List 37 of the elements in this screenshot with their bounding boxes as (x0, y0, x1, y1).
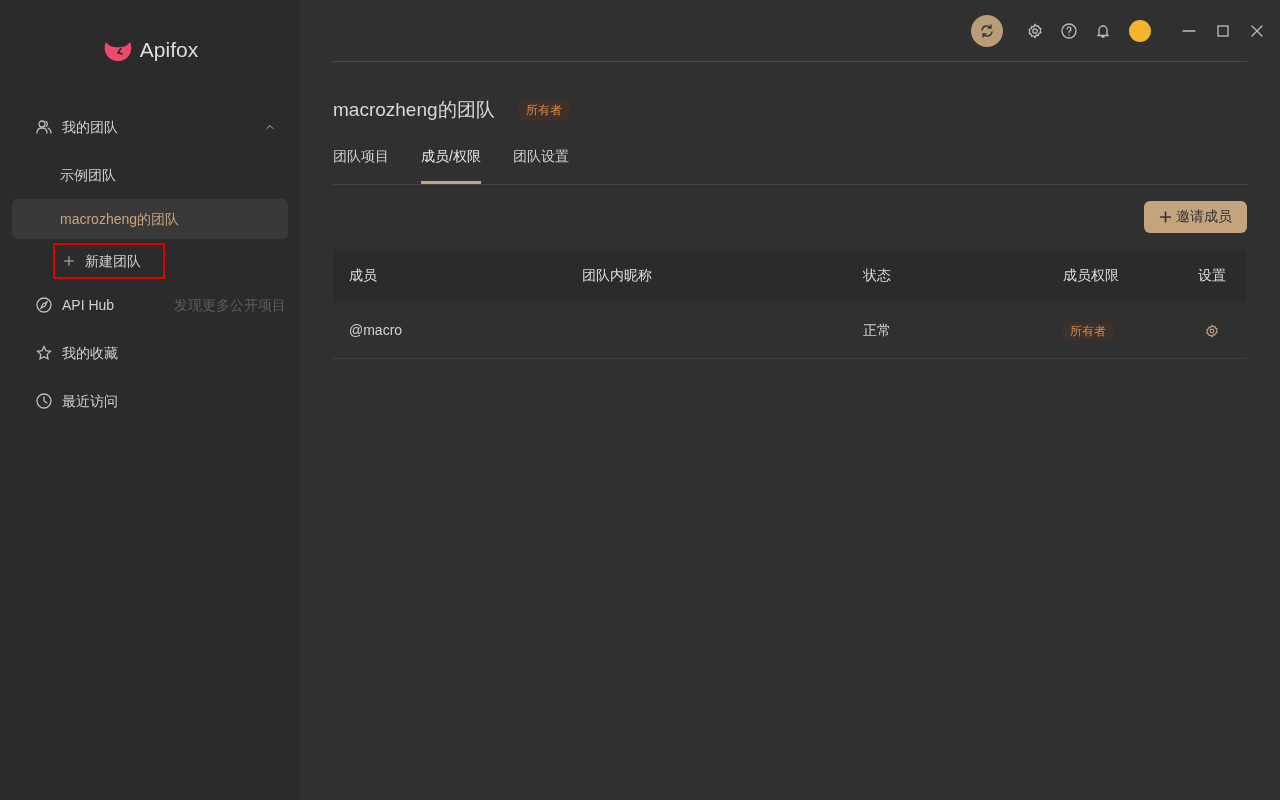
role-tag: 所有者 (1063, 321, 1113, 340)
sidebar-item[interactable]: 我的收藏 (0, 329, 300, 377)
sync-button[interactable] (971, 14, 1003, 47)
plus-icon (63, 255, 75, 267)
team-item[interactable]: macrozheng的团队 (12, 199, 288, 239)
column-header: 状态 (847, 248, 1047, 303)
avatar[interactable] (1129, 19, 1151, 42)
column-header: 成员 (333, 248, 566, 303)
sync-icon (979, 22, 995, 39)
role-tag: 所有者 (518, 99, 569, 122)
settings-icon[interactable] (1027, 22, 1043, 39)
sidebar-label: 我的团队 (62, 117, 118, 137)
column-header: 成员权限 (1047, 248, 1177, 303)
invite-button[interactable]: 邀请成员 (1144, 200, 1247, 233)
team-item[interactable]: 示例团队 (12, 155, 288, 195)
sidebar-item[interactable]: 最近访问 (0, 377, 300, 425)
people-icon (36, 119, 52, 135)
plus-icon (1159, 208, 1172, 225)
compass-icon (36, 297, 52, 313)
status-cell: 正常 (847, 302, 1047, 359)
new-team-button[interactable]: 新建团队 (53, 243, 165, 279)
help-icon[interactable] (1061, 22, 1077, 39)
bell-icon[interactable] (1095, 22, 1111, 39)
settings-icon[interactable] (1205, 323, 1219, 340)
sidebar-label: API Hub (62, 295, 115, 315)
member-cell: @macro (333, 302, 566, 359)
column-header: 设置 (1177, 248, 1247, 303)
column-header: 团队内昵称 (566, 248, 847, 303)
tab[interactable]: 成员/权限 (421, 141, 481, 184)
sidebar-item[interactable]: 我的团队 (0, 103, 300, 151)
app-name: Apifox (139, 37, 199, 64)
tab[interactable]: 团队项目 (333, 141, 389, 184)
star-icon (36, 345, 52, 361)
team-title: macrozheng的团队 (333, 98, 495, 122)
tab[interactable]: 团队设置 (512, 141, 569, 184)
maximize-icon[interactable] (1215, 22, 1231, 39)
clock-icon (36, 393, 52, 409)
